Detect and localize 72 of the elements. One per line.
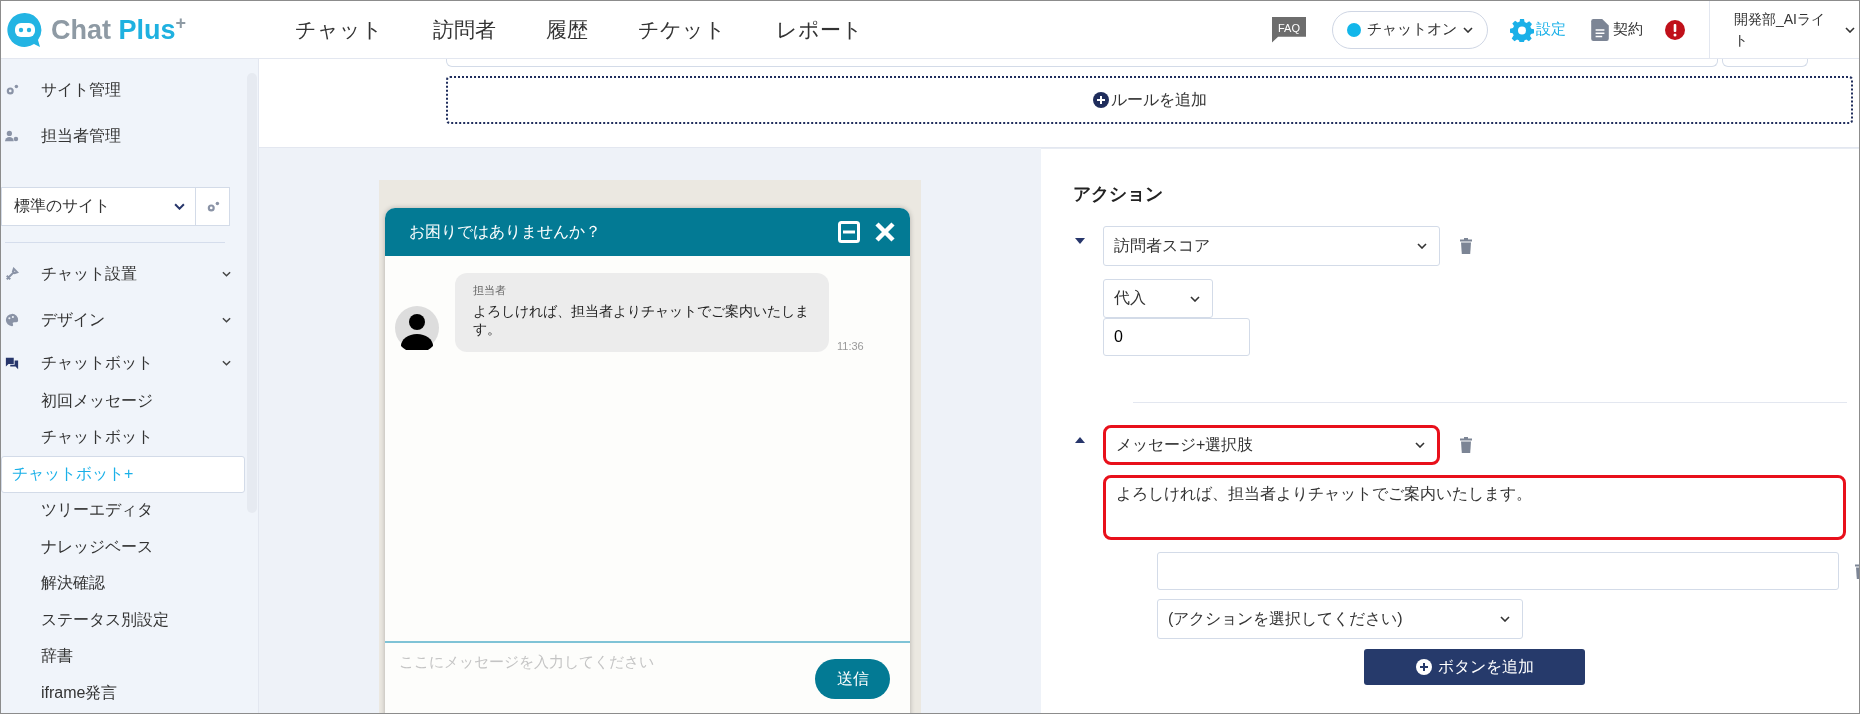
trash-icon[interactable] xyxy=(1460,238,1472,254)
nav-link[interactable]: チャット xyxy=(270,15,408,44)
sidebar-subitem[interactable]: チャットボット xyxy=(1,419,245,456)
message-text: よろしければ、担当者よりチャットでご案内いたします。 xyxy=(473,302,810,339)
sidebar-section-label: デザイン xyxy=(41,309,106,330)
chat-title: お困りではありませんか？ xyxy=(409,221,602,242)
gears-icon xyxy=(205,199,220,214)
choice-action-select[interactable]: (アクションを選択してください) xyxy=(1157,599,1523,639)
sidebar-section-label: チャット設置 xyxy=(41,263,138,284)
plus-icon xyxy=(1092,92,1109,108)
sidebar-subitem[interactable]: iframe発言 xyxy=(1,675,245,712)
input-field[interactable] xyxy=(1722,59,1808,67)
sidebar-subitem[interactable]: 解決確認 xyxy=(1,565,245,602)
logo-text: Chat Plus$^{+}$ xyxy=(51,13,187,46)
chat-status-dropdown[interactable]: チャットオン xyxy=(1332,10,1488,49)
sidebar-subitem[interactable]: 辞書 xyxy=(1,638,245,675)
collapse-triangle-icon[interactable] xyxy=(1075,238,1085,244)
sidebar-section[interactable]: デザイン xyxy=(1,297,245,343)
sidebar-subitem[interactable]: 初回メッセージ xyxy=(1,383,245,420)
section-title: アクション xyxy=(1073,183,1164,206)
sidebar-section[interactable]: チャット設置 xyxy=(1,251,245,297)
sidebar-section[interactable]: チャットボット xyxy=(1,343,245,383)
nav-link[interactable]: 訪問者 xyxy=(408,15,521,44)
chevron-icon xyxy=(222,271,231,277)
chevron-icon xyxy=(1845,26,1855,33)
sidebar-subitem[interactable]: ナレッジベース xyxy=(1,529,245,566)
chevron-icon xyxy=(174,203,185,210)
plus-icon xyxy=(1415,659,1432,675)
chevron-icon xyxy=(222,317,231,323)
gears-icon xyxy=(5,83,19,97)
chevron-icon xyxy=(1500,616,1510,622)
sidebar-section-label: チャットボット xyxy=(41,352,154,373)
site-settings-button[interactable] xyxy=(196,187,230,226)
message-time: 11:36 xyxy=(837,340,864,353)
chevron-icon xyxy=(222,360,231,366)
action-type-select[interactable]: 訪問者スコア xyxy=(1103,226,1440,266)
chevron-icon xyxy=(1417,243,1427,249)
sidebar-subitem[interactable]: ツリーエディタ xyxy=(1,492,245,529)
message-field[interactable]: よろしければ、担当者よりチャットでご案内いたします。 xyxy=(1103,475,1846,540)
nav-link[interactable]: レポート xyxy=(751,15,888,44)
alert-icon[interactable] xyxy=(1665,19,1685,40)
chat-icon xyxy=(5,356,19,370)
score-input[interactable]: 0 xyxy=(1103,318,1250,356)
input-field[interactable] xyxy=(446,59,1718,67)
sidebar-item[interactable]: 担当者管理 xyxy=(1,113,245,159)
operator-select[interactable]: 代入 xyxy=(1103,279,1213,318)
chevron-icon xyxy=(1190,295,1200,302)
avatar-icon xyxy=(395,306,439,351)
nav-link[interactable]: チケット xyxy=(613,15,751,44)
site-select[interactable]: 標準のサイト xyxy=(1,187,196,226)
palette-icon xyxy=(5,313,19,327)
nav-link[interactable]: 履歴 xyxy=(521,15,613,44)
add-rule-button[interactable]: ルールを追加 xyxy=(446,76,1853,124)
expand-triangle-icon[interactable] xyxy=(1075,437,1085,443)
contract-link[interactable]: 契約 xyxy=(1591,18,1643,41)
settings-icon xyxy=(1510,17,1534,42)
close-icon[interactable] xyxy=(874,221,896,243)
tools-icon xyxy=(5,267,19,281)
sidebar-subitem[interactable]: ステータス別設定 xyxy=(1,602,245,639)
minimize-icon[interactable] xyxy=(838,221,860,243)
chevron-icon xyxy=(1463,26,1473,33)
chevron-icon xyxy=(1415,442,1425,448)
trash-icon[interactable] xyxy=(1460,437,1472,453)
choice-input[interactable] xyxy=(1157,552,1839,590)
user-gear-icon xyxy=(5,129,19,143)
sidebar-item[interactable]: サイト管理 xyxy=(1,67,245,113)
document-icon xyxy=(1591,18,1609,41)
sender-name: 担当者 xyxy=(473,283,507,298)
faq-button[interactable]: FAQ xyxy=(1272,16,1306,43)
add-button[interactable]: ボタンを追加 xyxy=(1364,649,1585,685)
send-button[interactable]: 送信 xyxy=(815,659,890,699)
action-type-select[interactable]: メッセージ+選択肢 xyxy=(1103,425,1440,465)
